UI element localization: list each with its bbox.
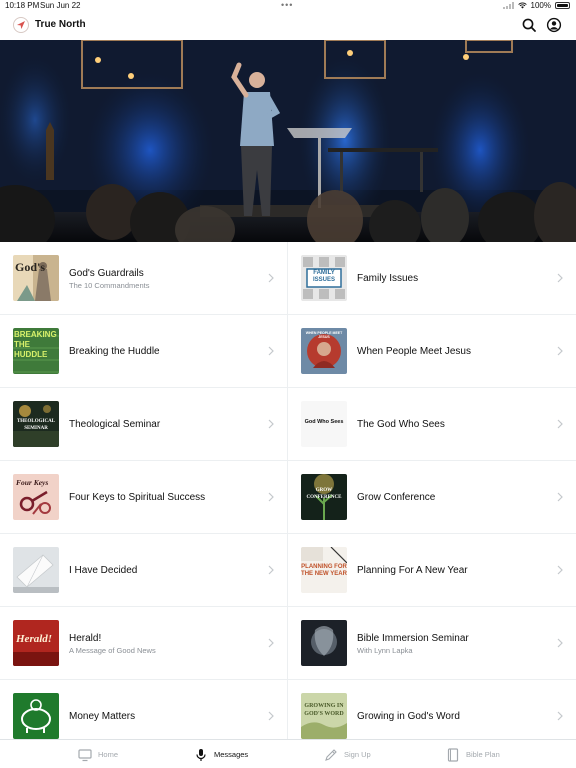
tab-bar: Home Messages Sign Up Bible Plan	[0, 739, 576, 768]
series-item[interactable]: Herald! Herald! A Message of Good News	[0, 607, 288, 680]
series-thumbnail: BREAKING THE HUDDLE	[13, 328, 59, 374]
series-thumb-text: GROW CONFERENCE	[306, 488, 342, 500]
status-date: Sun Jun 22	[40, 1, 81, 10]
book-icon	[447, 747, 459, 762]
series-thumb-text: FAMILY ISSUES	[312, 270, 335, 283]
account-icon[interactable]	[546, 17, 562, 33]
series-item[interactable]: Bible Immersion Seminar With Lynn Lapka	[288, 607, 576, 680]
chevron-right-icon	[268, 711, 274, 721]
series-thumbnail: THEOLOGICAL SEMINAR	[13, 401, 59, 447]
chevron-right-icon	[268, 565, 274, 575]
series-title: Money Matters	[69, 711, 136, 722]
battery-percent: 100%	[530, 1, 551, 10]
microphone-icon	[196, 748, 206, 761]
series-title: Four Keys to Spiritual Success	[69, 492, 206, 503]
series-title: When People Meet Jesus	[357, 346, 471, 357]
battery-icon	[555, 2, 570, 9]
series-thumbnail	[13, 693, 59, 739]
series-item[interactable]: GROWING IN GOD'S WORD Growing in God's W…	[288, 680, 576, 739]
series-grid: God's God's Guardrails The 10 Commandment…	[0, 242, 576, 739]
series-thumbnail	[301, 620, 347, 666]
chevron-right-icon	[557, 711, 563, 721]
chevron-right-icon	[557, 419, 563, 429]
series-title: Grow Conference	[357, 492, 436, 503]
series-thumbnail: WHEN PEOPLE MEET JESUS	[301, 328, 347, 374]
series-item[interactable]: THEOLOGICAL SEMINAR Theological Seminar	[0, 388, 288, 461]
chevron-right-icon	[557, 638, 563, 648]
series-thumb-text: Four Keys	[16, 478, 49, 487]
series-title: Family Issues	[357, 273, 419, 284]
series-title: Planning For A New Year	[357, 565, 468, 576]
chevron-right-icon	[557, 492, 563, 502]
series-title: I Have Decided	[69, 565, 138, 576]
chevron-right-icon	[557, 273, 563, 283]
series-thumbnail	[13, 547, 59, 593]
series-subtitle: A Message of Good News	[69, 645, 156, 655]
tv-icon	[78, 748, 92, 761]
multitask-dots[interactable]: •••	[281, 0, 293, 10]
series-item[interactable]: Four Keys Four Keys to Spiritual Success	[0, 461, 288, 534]
chevron-right-icon	[268, 638, 274, 648]
series-thumb-text: PLANNING FOR THE NEW YEAR	[301, 564, 347, 577]
series-title: Theological Seminar	[69, 419, 161, 430]
series-title: God's Guardrails	[69, 267, 144, 279]
series-thumbnail: GROW CONFERENCE	[301, 474, 347, 520]
compass-logo-icon	[13, 17, 29, 33]
series-item[interactable]: I Have Decided	[0, 534, 288, 607]
chevron-right-icon	[268, 419, 274, 429]
series-thumb-text: God Who Sees	[304, 419, 344, 425]
series-item[interactable]: FAMILY ISSUES Family Issues	[288, 242, 576, 315]
series-thumbnail: PLANNING FOR THE NEW YEAR	[301, 547, 347, 593]
series-title: The God Who Sees	[357, 419, 445, 430]
signal-icon	[502, 2, 514, 9]
series-item[interactable]: PLANNING FOR THE NEW YEAR Planning For A…	[288, 534, 576, 607]
series-thumbnail: God's	[13, 255, 59, 301]
chevron-right-icon	[268, 346, 274, 356]
hero-banner-image[interactable]	[0, 40, 576, 242]
series-item[interactable]: Money Matters	[0, 680, 288, 739]
series-thumb-text: Herald!	[16, 633, 53, 645]
series-thumb-text: GROWING IN GOD'S WORD	[304, 703, 344, 717]
series-thumbnail: Four Keys	[13, 474, 59, 520]
tab-label: Bible Plan	[466, 750, 500, 759]
status-bar: 10:18 PM Sun Jun 22 ••• 100%	[0, 0, 576, 12]
series-thumb-text: WHEN PEOPLE MEET JESUS	[305, 331, 343, 339]
tab-label: Messages	[214, 750, 249, 759]
series-title: Bible Immersion Seminar	[357, 632, 469, 644]
app-header: True North	[0, 12, 576, 40]
chevron-right-icon	[557, 565, 563, 575]
tab-sign-up[interactable]: Sign Up	[324, 740, 371, 768]
series-thumbnail: God Who Sees	[301, 401, 347, 447]
tab-messages[interactable]: Messages	[194, 740, 248, 768]
series-thumbnail: GROWING IN GOD'S WORD	[301, 693, 347, 739]
series-thumbnail: FAMILY ISSUES	[301, 255, 347, 301]
series-item[interactable]: WHEN PEOPLE MEET JESUS When People Meet …	[288, 315, 576, 388]
series-item[interactable]: GROW CONFERENCE Grow Conference	[288, 461, 576, 534]
series-item[interactable]: God's God's Guardrails The 10 Commandment…	[0, 242, 288, 315]
series-subtitle: The 10 Commandments	[69, 280, 150, 290]
series-subtitle: With Lynn Lapka	[357, 645, 413, 655]
chevron-right-icon	[268, 492, 274, 502]
tab-home[interactable]: Home	[78, 740, 118, 768]
series-item[interactable]: BREAKING THE HUDDLE Breaking the Huddle	[0, 315, 288, 388]
pen-icon	[325, 748, 337, 761]
chevron-right-icon	[557, 346, 563, 356]
series-title: Breaking the Huddle	[69, 346, 160, 357]
series-thumb-text: THEOLOGICAL SEMINAR	[16, 419, 56, 431]
tab-label: Home	[98, 750, 119, 759]
wifi-icon	[517, 2, 527, 9]
series-thumbnail: Herald!	[13, 620, 59, 666]
search-icon[interactable]	[521, 17, 537, 33]
series-thumb-text: God's	[15, 260, 46, 274]
app-title: True North	[35, 19, 86, 30]
status-time: 10:18 PM	[5, 1, 40, 10]
tab-label: Sign Up	[344, 750, 371, 759]
series-title: Growing in God's Word	[357, 711, 460, 722]
series-thumb-text: BREAKING THE HUDDLE	[14, 330, 57, 359]
chevron-right-icon	[268, 273, 274, 283]
series-item[interactable]: God Who Sees The God Who Sees	[288, 388, 576, 461]
series-title: Herald!	[69, 632, 102, 644]
tab-bible-plan[interactable]: Bible Plan	[446, 740, 500, 768]
